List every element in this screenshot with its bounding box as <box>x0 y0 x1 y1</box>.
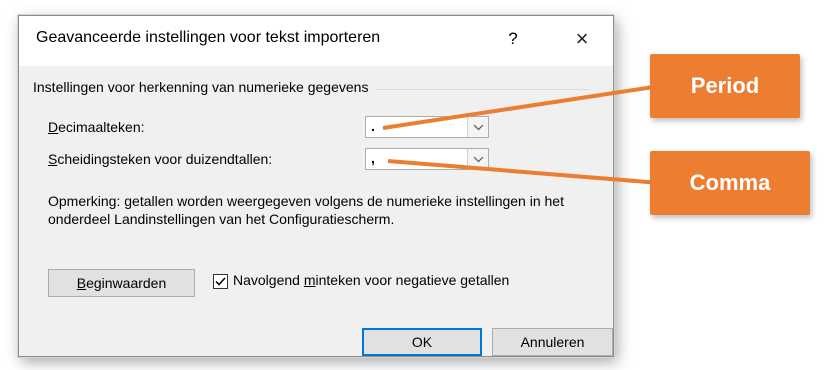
comma-pointer-line <box>387 159 661 185</box>
group-label: Instellingen voor herkenning van numerie… <box>33 79 377 95</box>
period-callout: Period <box>650 54 800 118</box>
comma-callout: Comma <box>650 151 810 215</box>
period-pointer-line <box>382 84 661 130</box>
